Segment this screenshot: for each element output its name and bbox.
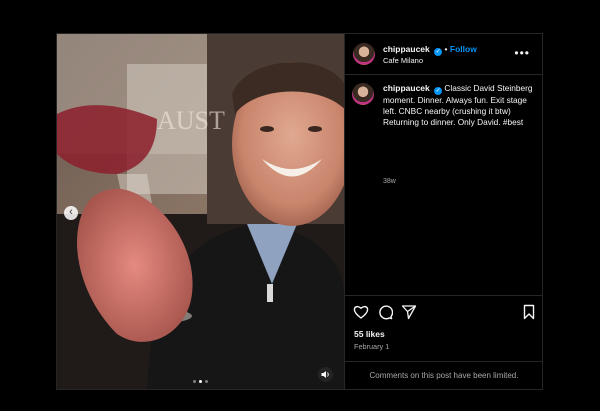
post-dialog: AUST ‹ chippaucek ✓ • Follow Cafe Milano… [56,33,543,390]
caption-avatar[interactable] [352,83,374,105]
follow-button[interactable]: Follow [450,44,477,54]
bookmark-icon[interactable] [521,304,537,320]
more-options-icon[interactable]: ••• [514,46,530,60]
separator-dot: • [444,44,448,54]
heart-icon[interactable] [353,304,369,320]
comment-icon[interactable] [377,304,393,320]
post-date[interactable]: February 1 [354,342,389,351]
actions-bar: 55 likes February 1 [345,295,543,361]
location-link[interactable]: Cafe Milano [383,56,423,65]
carousel-indicator [193,380,208,383]
chevron-left-icon: ‹ [69,206,73,218]
post-header: chippaucek ✓ • Follow Cafe Milano ••• [345,34,542,75]
comments-limited-notice: Comments on this post have been limited. [345,361,543,389]
verified-badge-icon: ✓ [434,48,443,56]
post-media[interactable]: AUST ‹ [57,34,344,389]
carousel-dot-active [199,380,202,383]
avatar[interactable] [353,43,375,65]
carousel-dot [193,380,196,383]
carousel-dot [205,380,208,383]
audio-toggle-button[interactable] [318,367,333,382]
send-icon[interactable] [401,304,417,320]
verified-badge-icon: ✓ [434,87,443,95]
audio-muted-icon [321,371,329,378]
caption-username[interactable]: chippaucek [383,83,430,93]
post-age[interactable]: 38w [383,178,396,185]
carousel-prev-button[interactable]: ‹ [64,206,78,220]
post-photo: AUST [57,34,344,389]
likes-count[interactable]: 55 likes [354,329,385,339]
caption: chippaucek ✓ Classic David Steinberg mom… [383,83,533,128]
post-sidebar: chippaucek ✓ • Follow Cafe Milano ••• ch… [344,34,543,389]
username-link[interactable]: chippaucek [383,44,430,54]
wall-lettering: AUST [157,106,225,135]
